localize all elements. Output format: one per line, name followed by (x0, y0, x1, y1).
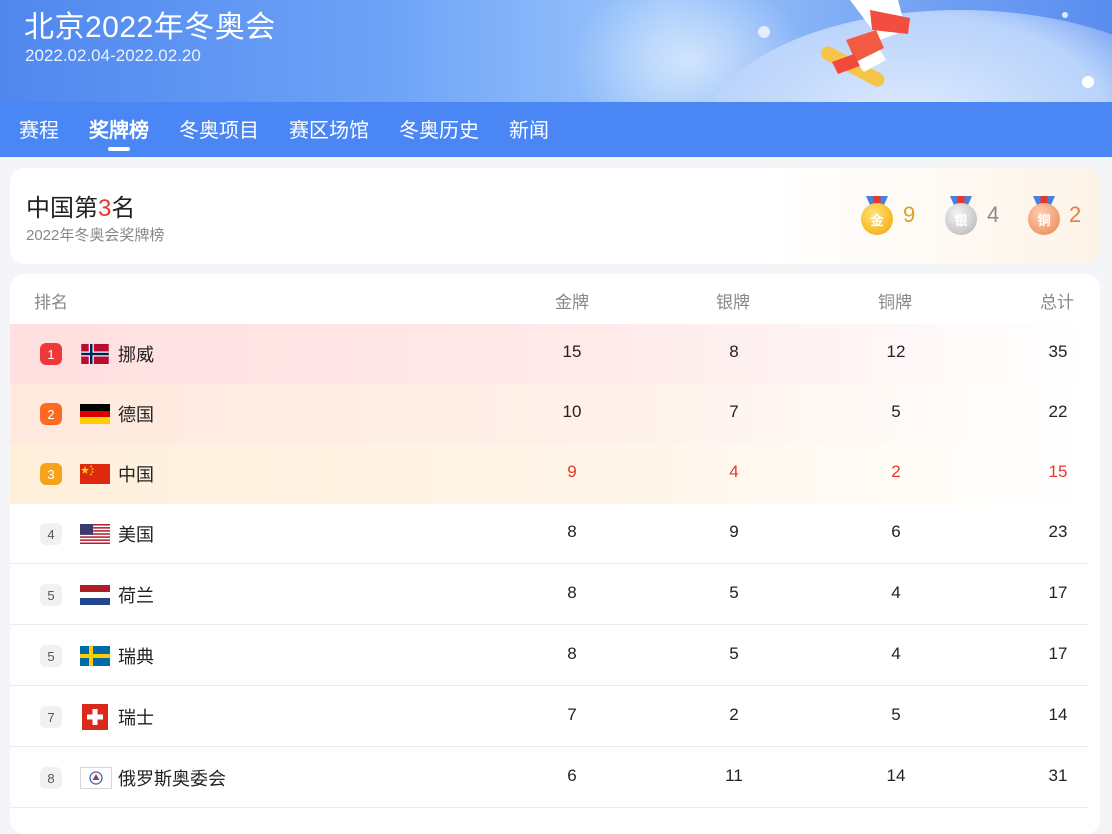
bronze-cell: 12 (886, 342, 906, 361)
table-row[interactable]: 3 中国 9 4 2 15 (10, 444, 1088, 504)
gold-cell: 9 (567, 462, 577, 481)
germany-flag-icon (80, 404, 110, 424)
silver-cell: 11 (725, 766, 743, 785)
country-name: 瑞士 (118, 708, 154, 728)
total-cell: 31 (1048, 766, 1068, 785)
rank-number: 3 (98, 195, 112, 222)
tab-schedule[interactable]: 赛程 (19, 114, 59, 143)
switzerland-flag-icon (82, 704, 108, 730)
silver-medal-icon: 银 (944, 196, 978, 236)
medal-table: 排名 金牌 银牌 铜牌 总计 1 挪威 15 8 12 35 2 德国 10 7… (10, 274, 1100, 834)
country-name: 中国 (118, 465, 154, 485)
header-silver: 银牌 (716, 293, 750, 312)
silver-cell: 5 (729, 644, 739, 663)
total-cell: 17 (1048, 644, 1068, 663)
rank-badge: 5 (40, 584, 62, 606)
china-flag-icon (80, 464, 110, 484)
table-row[interactable]: 1 挪威 15 8 12 35 (10, 324, 1088, 384)
total-cell: 14 (1048, 705, 1068, 724)
bronze-cell: 4 (891, 644, 901, 663)
summary-subtitle: 2022年冬奥会奖牌榜 (26, 227, 165, 244)
country-name: 挪威 (118, 345, 154, 365)
tab-news[interactable]: 新闻 (509, 114, 549, 143)
header-gold: 金牌 (555, 293, 589, 312)
tab-medal-table[interactable]: 奖牌榜 (89, 114, 149, 143)
rank-badge: 5 (40, 645, 62, 667)
page-title: 北京2022年冬奥会 (24, 11, 276, 44)
header-total: 总计 (1040, 293, 1074, 312)
total-cell: 22 (1048, 402, 1068, 421)
gold-cell: 6 (567, 766, 577, 785)
silver-cell: 2 (729, 705, 739, 724)
rank-badge: 1 (40, 343, 62, 365)
rank-prefix: 中国第 (26, 195, 98, 222)
rank-suffix: 名 (111, 195, 136, 222)
sweden-flag-icon (80, 646, 110, 666)
silver-cell: 8 (729, 342, 739, 361)
total-cell: 23 (1048, 522, 1068, 541)
bronze-medal-icon: 铜 (1027, 196, 1061, 236)
bronze-cell: 5 (891, 402, 901, 421)
gold-count: 9 (903, 202, 916, 227)
total-cell: 15 (1048, 462, 1068, 481)
china-rank-title: 中国第3名 (26, 188, 135, 223)
table-row[interactable]: 4 美国 8 9 6 23 (10, 504, 1088, 564)
gold-cell: 8 (567, 583, 577, 602)
tab-winter-history[interactable]: 冬奥历史 (399, 114, 479, 143)
country-name: 荷兰 (118, 586, 154, 606)
bronze-cell: 5 (891, 705, 901, 724)
row-divider (10, 807, 1088, 808)
header-bronze: 铜牌 (878, 293, 912, 312)
country-name: 俄罗斯奥委会 (118, 769, 226, 789)
gold-medal-icon: 金 (860, 196, 894, 236)
norway-flag-icon (81, 344, 109, 364)
usa-flag-icon (80, 524, 110, 544)
snow-dot (758, 26, 770, 38)
header-rank: 排名 (34, 293, 68, 312)
netherlands-flag-icon (80, 585, 110, 605)
gold-cell: 7 (567, 705, 577, 724)
gold-cell: 15 (562, 342, 582, 361)
rank-badge: 3 (40, 463, 62, 485)
snow-dot (1082, 76, 1094, 88)
header-banner: 北京2022年冬奥会 2022.02.04-2022.02.20 (0, 0, 1112, 102)
silver-count: 4 (987, 202, 1000, 227)
snow-dot (1062, 12, 1068, 18)
country-name: 德国 (118, 405, 154, 425)
bronze-cell: 4 (891, 583, 901, 602)
table-row[interactable]: 2 德国 10 7 5 22 (10, 384, 1088, 444)
country-name: 瑞典 (118, 647, 154, 667)
country-name: 美国 (118, 525, 154, 545)
silver-cell: 9 (729, 522, 739, 541)
rank-badge: 7 (40, 706, 62, 728)
rank-badge: 2 (40, 403, 62, 425)
roc-flag-icon (80, 767, 112, 789)
gold-cell: 10 (562, 402, 582, 421)
skier-illustration (820, 0, 910, 87)
rank-badge: 4 (40, 523, 62, 545)
rank-badge: 8 (40, 767, 62, 789)
silver-cell: 7 (729, 402, 739, 421)
silver-cell: 4 (729, 462, 739, 481)
tab-venues[interactable]: 赛区场馆 (289, 114, 369, 143)
bronze-cell: 2 (891, 462, 901, 481)
bronze-cell: 14 (886, 766, 906, 785)
gold-cell: 8 (567, 522, 577, 541)
table-row[interactable]: 5 瑞典 8 5 4 17 (10, 625, 1088, 686)
table-row[interactable]: 7 瑞士 7 2 5 14 (10, 686, 1088, 747)
tab-winter-sports[interactable]: 冬奥项目 (179, 114, 259, 143)
table-header: 排名 金牌 银牌 铜牌 总计 (10, 274, 1100, 324)
total-cell: 17 (1048, 583, 1068, 602)
active-tab-indicator (108, 147, 130, 151)
bronze-count: 2 (1069, 202, 1082, 227)
silver-cell: 5 (729, 583, 739, 602)
bronze-cell: 6 (891, 522, 901, 541)
china-rank-summary: 中国第3名 2022年冬奥会奖牌榜 金 9 银 4 铜 2 (10, 168, 1100, 264)
total-cell: 35 (1048, 342, 1068, 361)
table-row[interactable]: 8 俄罗斯奥委会 6 11 14 31 (10, 747, 1088, 808)
main-nav: 赛程 奖牌榜 冬奥项目 赛区场馆 冬奥历史 新闻 (0, 102, 1112, 157)
gold-cell: 8 (567, 644, 577, 663)
table-row[interactable]: 5 荷兰 8 5 4 17 (10, 564, 1088, 625)
event-dates: 2022.02.04-2022.02.20 (25, 46, 201, 65)
